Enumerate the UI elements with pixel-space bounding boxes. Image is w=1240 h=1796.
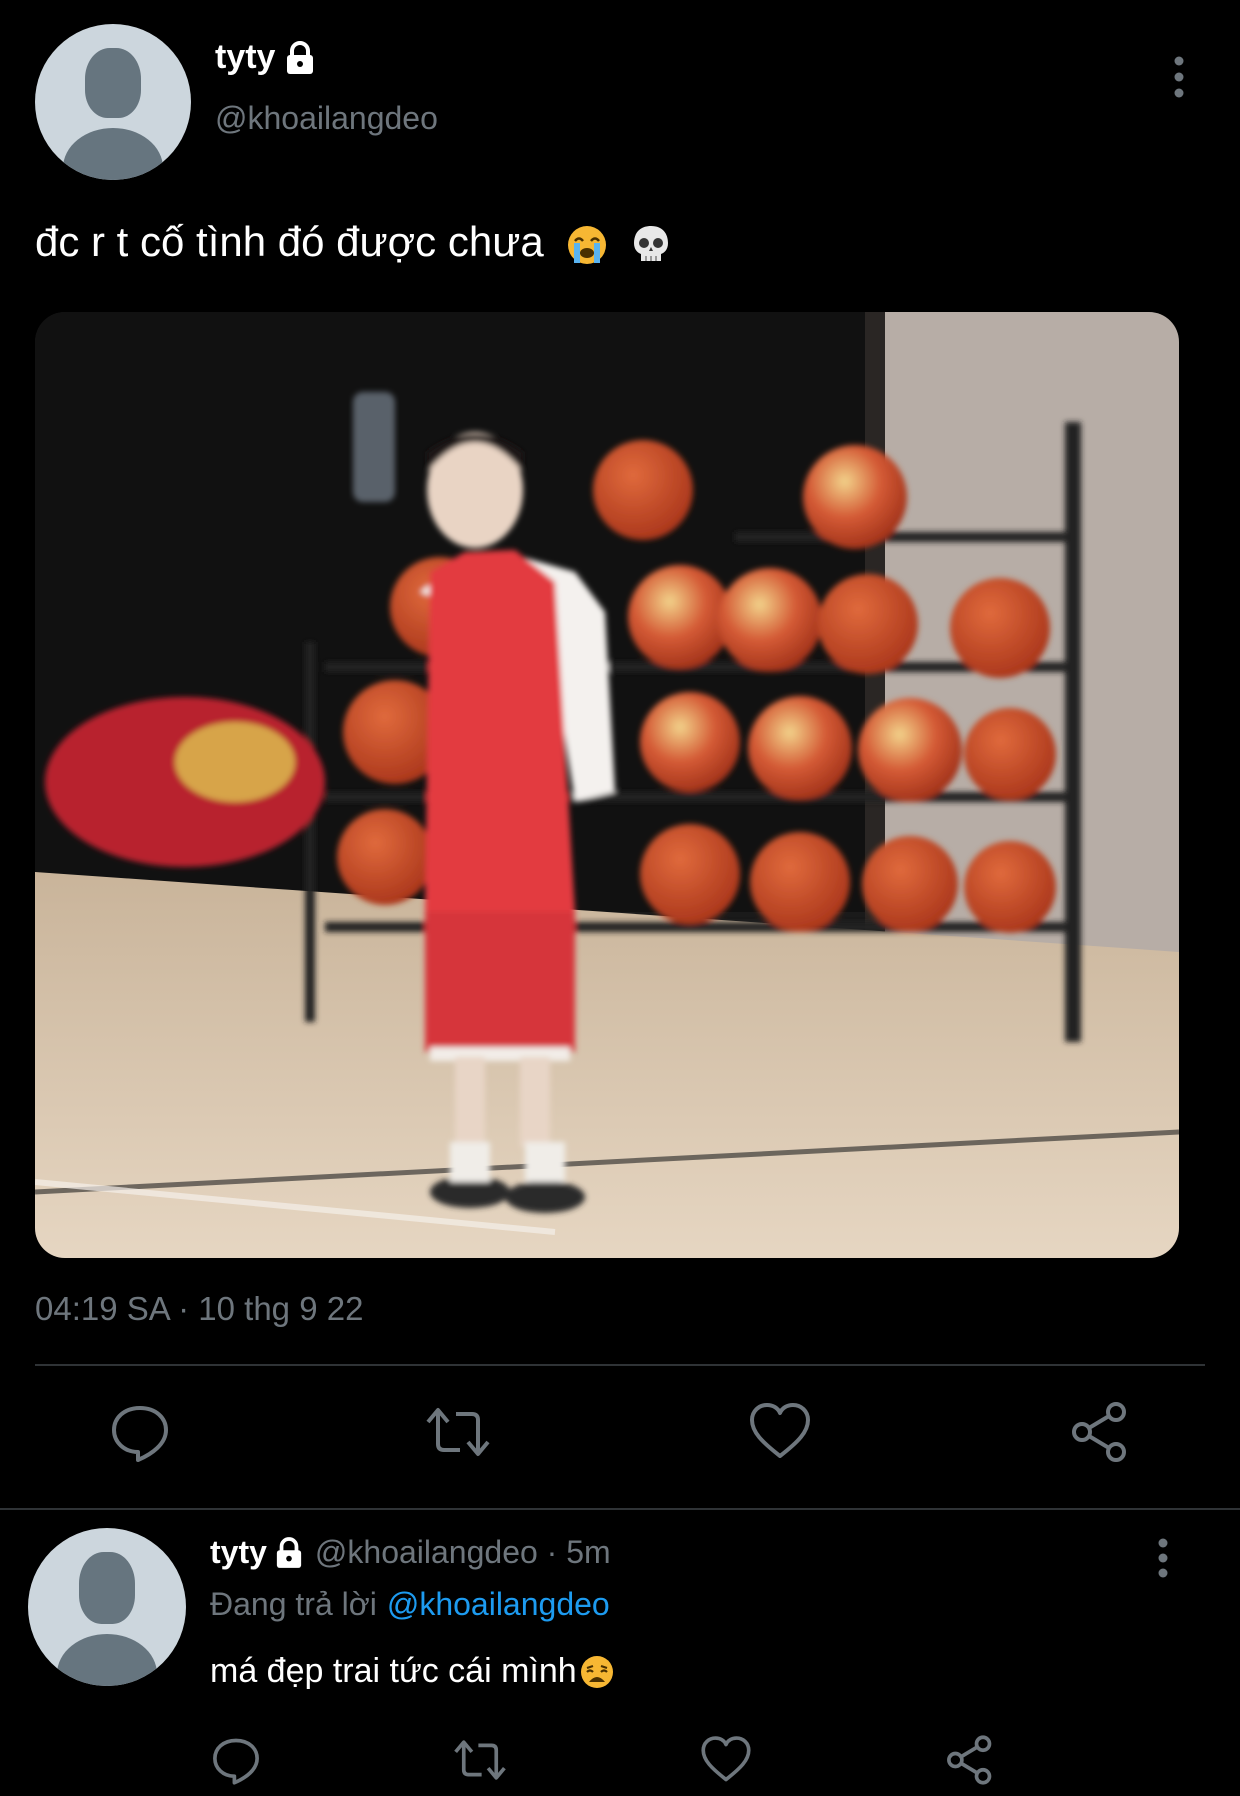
lock-icon xyxy=(276,1536,302,1568)
tweet-text-row: đc r t cố tình đó được chưa xyxy=(35,218,671,267)
reply-avatar[interactable] xyxy=(28,1528,186,1686)
reply-handle-and-time[interactable]: @khoailangdeo · 5m xyxy=(315,1534,611,1571)
share-icon[interactable] xyxy=(944,1734,996,1786)
divider xyxy=(35,1364,1205,1366)
avatar-head-shape xyxy=(79,1552,135,1624)
avatar-body-shape xyxy=(63,128,163,180)
tweet-text: đc r t cố tình đó được chưa xyxy=(35,218,544,265)
retweet-icon[interactable] xyxy=(426,1400,490,1464)
reply-header: tyty @khoailangdeo · 5m xyxy=(210,1534,611,1571)
tweet-timestamp[interactable]: 04:19 SA · 10 thg 9 22 xyxy=(35,1290,363,1328)
reply-text: má đẹp trai tức cái mình xyxy=(210,1652,577,1690)
more-options-icon[interactable] xyxy=(1174,56,1184,98)
avatar-body-shape xyxy=(57,1634,157,1686)
photo-illustration xyxy=(35,312,1179,1258)
loudly-crying-face-icon xyxy=(568,225,607,264)
retweet-icon[interactable] xyxy=(454,1734,506,1786)
author-display-name[interactable]: tyty xyxy=(215,38,275,77)
skull-icon xyxy=(634,225,669,261)
lock-icon xyxy=(287,40,314,74)
weary-face-icon xyxy=(580,1655,613,1688)
reply-action-bar xyxy=(0,1734,1240,1794)
like-icon[interactable] xyxy=(700,1734,752,1786)
reply-text-row: má đẹp trai tức cái mình xyxy=(210,1652,615,1691)
reply-icon[interactable] xyxy=(210,1734,262,1786)
tweet-action-bar xyxy=(0,1400,1240,1470)
reply-tweet[interactable]: tyty @khoailangdeo · 5m Đang trả lời @kho… xyxy=(0,1510,1240,1796)
reply-icon[interactable] xyxy=(108,1400,172,1464)
avatar[interactable] xyxy=(35,24,191,180)
author-name-row[interactable]: tyty xyxy=(215,38,315,77)
main-tweet: tyty @khoailangdeo đc r t cố tình đó đượ… xyxy=(0,0,1240,1510)
replying-to-line: Đang trả lời @khoailangdeo xyxy=(210,1586,610,1623)
share-icon[interactable] xyxy=(1068,1400,1132,1464)
more-options-icon[interactable] xyxy=(1158,1538,1168,1578)
reply-author-name[interactable]: tyty xyxy=(210,1534,267,1571)
author-handle[interactable]: @khoailangdeo xyxy=(215,100,438,137)
replying-to-label: Đang trả lời xyxy=(210,1586,377,1622)
avatar-head-shape xyxy=(85,48,141,118)
tweet-photo[interactable] xyxy=(35,312,1179,1258)
replying-to-mention[interactable]: @khoailangdeo xyxy=(387,1586,610,1622)
like-icon[interactable] xyxy=(748,1400,812,1464)
